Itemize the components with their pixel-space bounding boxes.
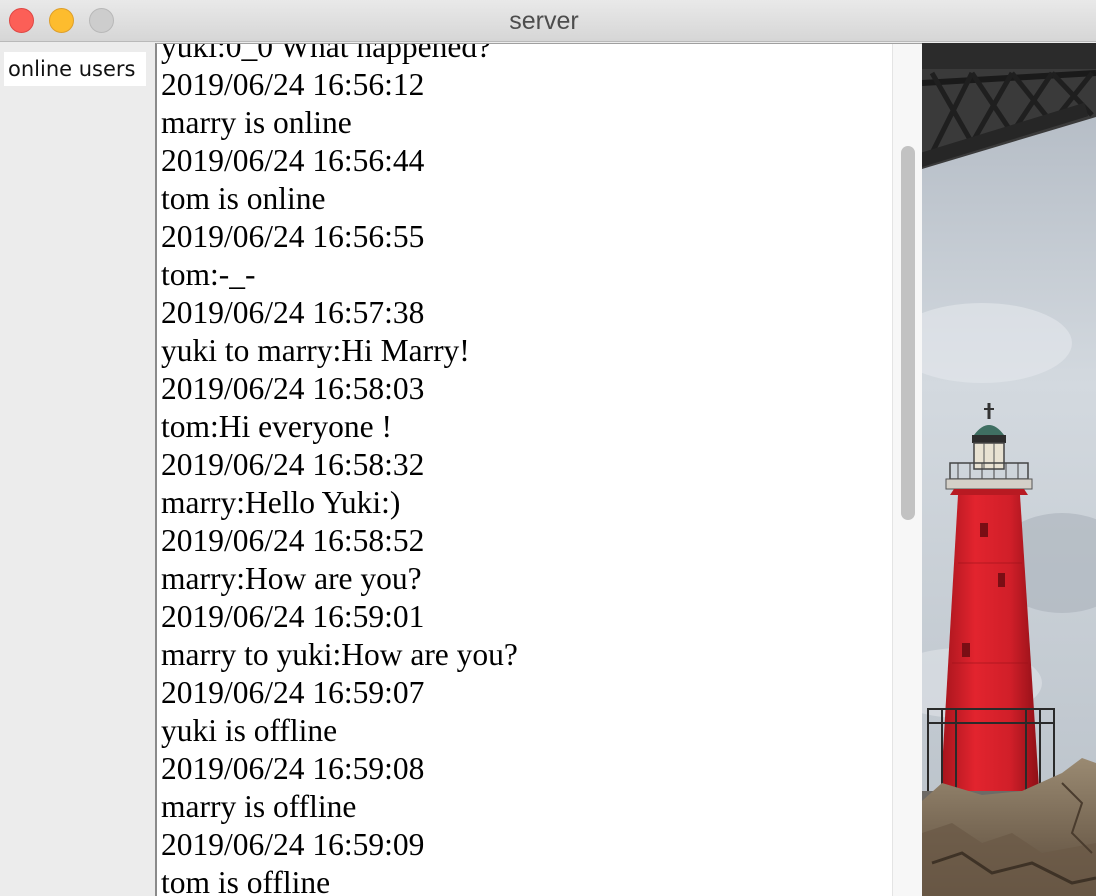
online-users-label: online users (4, 52, 146, 86)
log-line: 2019/06/24 16:59:08 (161, 751, 425, 786)
log-line: tom:Hi everyone ! (161, 409, 392, 444)
title-bar: server (0, 0, 1096, 42)
scrollbar-thumb[interactable] (901, 146, 915, 520)
log-line: 2019/06/24 16:58:32 (161, 447, 425, 482)
log-line: tom:-_- (161, 257, 256, 292)
log-line: marry:How are you? (161, 561, 422, 596)
log-line: tom is offline (161, 865, 331, 896)
log-line: 2019/06/24 16:56:12 (161, 67, 425, 102)
log-line: marry is offline (161, 789, 357, 824)
log-line: 2019/06/24 16:58:03 (161, 371, 425, 406)
log-line: 2019/06/24 16:59:09 (161, 827, 425, 862)
chat-log-text[interactable]: yuki:0_0 What happened? 2019/06/24 16:56… (161, 43, 891, 896)
online-users-panel: online users (0, 43, 155, 896)
log-line: yuki to marry:Hi Marry! (161, 333, 470, 368)
log-line: 2019/06/24 16:57:38 (161, 295, 425, 330)
log-line: 2019/06/24 16:58:52 (161, 523, 425, 558)
log-line: tom is online (161, 181, 326, 216)
server-window: server online users yuki:0_0 What happen… (0, 0, 1096, 896)
lighthouse-picture (922, 43, 1096, 896)
chat-log[interactable]: yuki:0_0 What happened? 2019/06/24 16:56… (155, 43, 922, 896)
log-line: marry is online (161, 105, 352, 140)
red-lighthouse-image (922, 43, 1096, 896)
vertical-scrollbar[interactable] (892, 44, 922, 896)
log-line: yuki:0_0 What happened? (161, 43, 492, 64)
log-line: 2019/06/24 16:56:44 (161, 143, 425, 178)
log-line: 2019/06/24 16:59:07 (161, 675, 425, 710)
log-line: marry to yuki:How are you? (161, 637, 518, 672)
log-line: 2019/06/24 16:59:01 (161, 599, 425, 634)
window-title: server (509, 7, 579, 35)
log-line: marry:Hello Yuki:) (161, 485, 401, 520)
log-line: 2019/06/24 16:56:55 (161, 219, 425, 254)
log-line: yuki is offline (161, 713, 338, 748)
